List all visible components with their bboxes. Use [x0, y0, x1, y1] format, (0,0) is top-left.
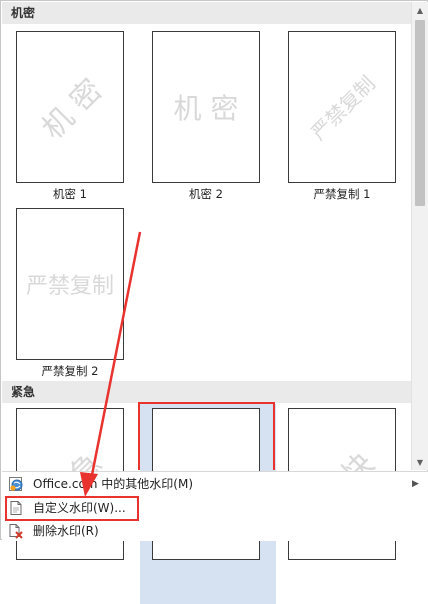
menu-item-label: Office.com 中的其他水印(M)	[33, 477, 194, 491]
watermark-label: 机密 1	[53, 187, 87, 201]
watermark-label: 严禁复制 1	[313, 187, 371, 201]
vertical-scrollbar[interactable]: ▲ ▼	[411, 2, 428, 470]
watermark-label: 机密 2	[189, 187, 223, 201]
office-online-icon	[8, 476, 24, 492]
submenu-arrow-icon: ▶	[412, 479, 419, 489]
delete-document-icon	[8, 523, 24, 539]
highlight-box-selected	[138, 402, 275, 470]
page-preview: 严禁复制	[288, 31, 396, 183]
section-header-confidential: 机密	[2, 2, 411, 24]
watermark-text: 严禁复制	[25, 274, 115, 299]
scrollbar-thumb[interactable]	[415, 20, 425, 206]
menu-item-label: 删除水印(R)	[33, 524, 99, 538]
page-preview: 机 密	[152, 31, 260, 183]
section-header-urgent: 紧急	[2, 381, 411, 403]
menu-item-more-watermarks[interactable]: Office.com 中的其他水印(M) ▶	[2, 473, 428, 495]
scroll-down-icon[interactable]: ▼	[412, 454, 428, 470]
menu-item-remove-watermark[interactable]: 删除水印(R)	[2, 520, 428, 542]
scroll-up-icon[interactable]: ▲	[412, 2, 428, 18]
watermark-text: 严禁复制	[306, 71, 380, 145]
highlight-box-custom	[5, 496, 139, 521]
watermark-label: 严禁复制 2	[41, 364, 99, 378]
page-preview: 机 密	[16, 31, 124, 183]
watermark-text: 机 密	[35, 72, 110, 147]
page-preview: 严禁复制	[16, 208, 124, 360]
watermark-text: 机 密	[173, 92, 239, 125]
